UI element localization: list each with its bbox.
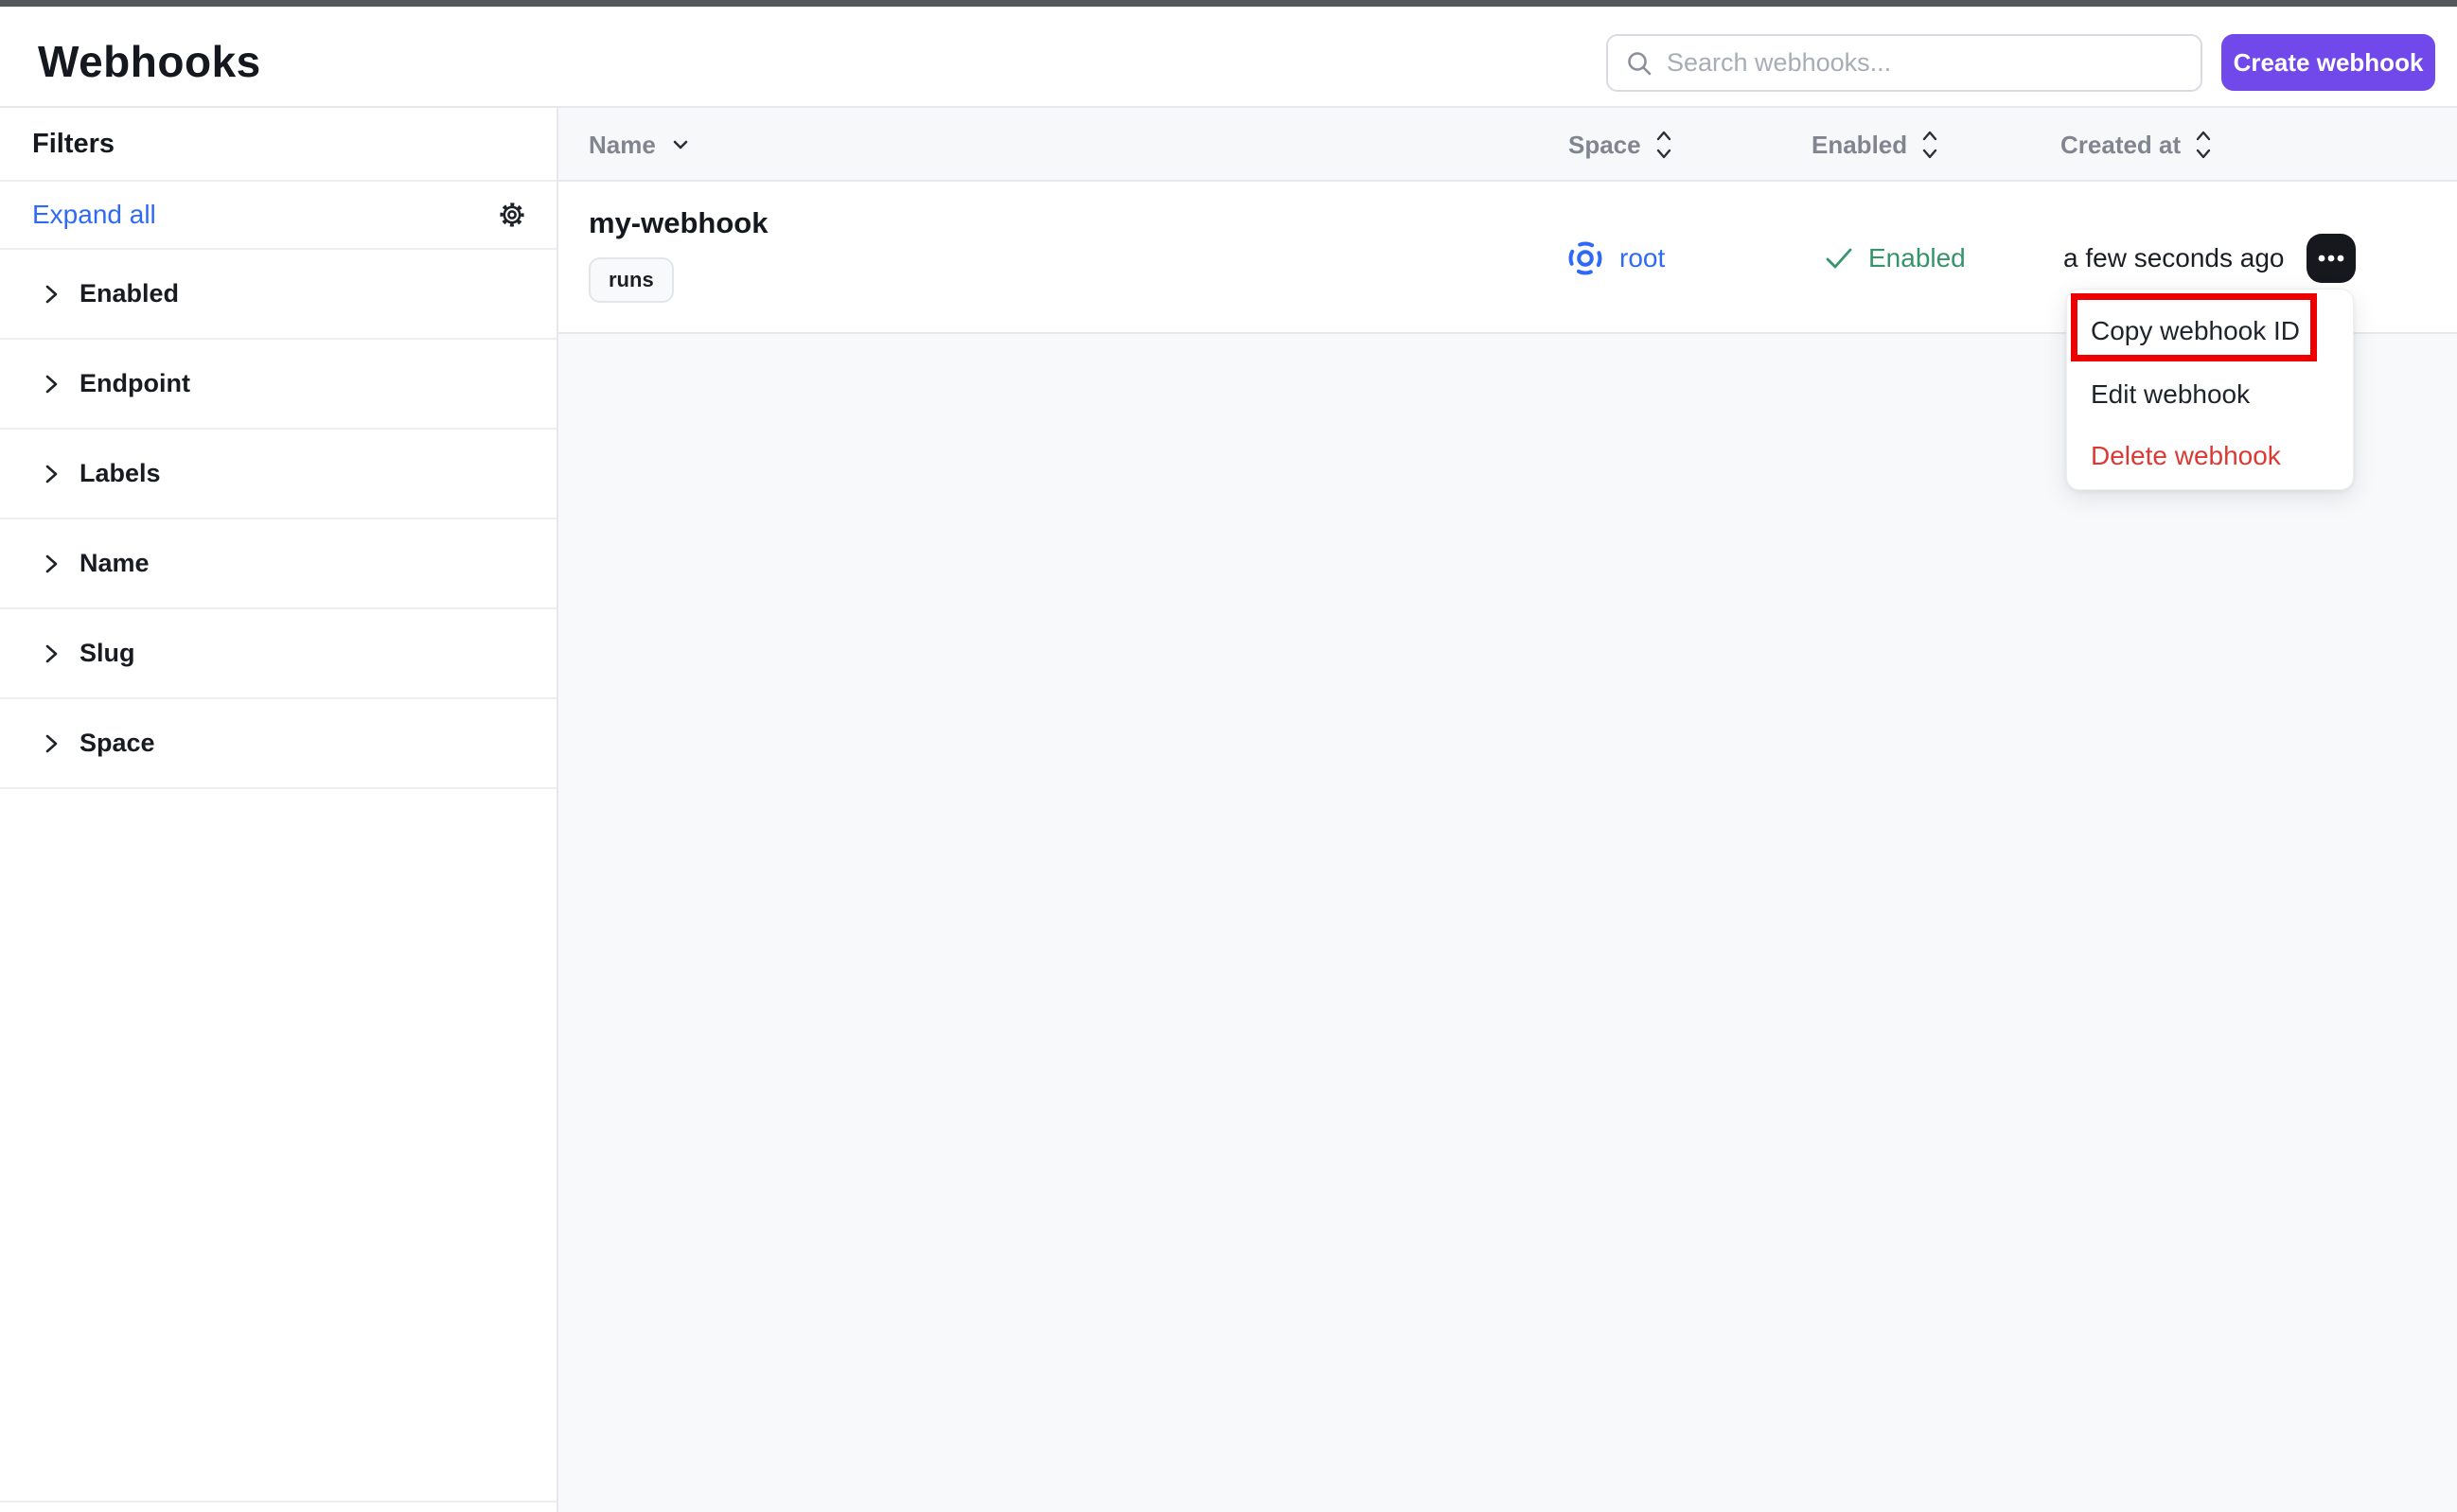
filter-section-label: Space (80, 729, 155, 757)
filters-sidebar: Filters Expand all Enabled Endpoint Labe… (0, 108, 558, 1512)
enabled-label: Enabled (1868, 242, 1966, 273)
filter-section-label: Enabled (80, 279, 180, 308)
filters-toolbar: Expand all (0, 182, 557, 250)
column-label: Enabled (1812, 130, 1908, 159)
column-header-space[interactable]: Space (1568, 108, 1673, 182)
column-header-created-at[interactable]: Created at (2060, 108, 2213, 182)
space-name: root (1619, 242, 1666, 273)
menu-item-delete-webhook[interactable]: Delete webhook (2091, 441, 2281, 471)
space-link[interactable]: root (1564, 182, 1665, 334)
ellipsis-icon (2318, 255, 2344, 262)
chevron-right-icon (45, 734, 58, 752)
webhook-tag: runs (589, 257, 674, 303)
chevron-right-icon (45, 554, 58, 572)
sort-icon (2196, 131, 2211, 159)
space-icon (1568, 241, 1602, 274)
webhook-name-link[interactable]: my-webhook (589, 206, 768, 240)
filter-section-enabled[interactable]: Enabled (0, 250, 557, 340)
column-label: Name (589, 130, 656, 159)
filter-section-slug[interactable]: Slug (0, 609, 557, 699)
row-actions-menu: Copy webhook ID Edit webhook Delete webh… (2066, 289, 2354, 490)
filter-settings-button[interactable] (498, 201, 526, 229)
filter-section-label: Endpoint (80, 369, 190, 397)
search-input[interactable] (1606, 34, 2202, 92)
filter-section-label: Name (80, 549, 150, 577)
filter-section-space[interactable]: Space (0, 699, 557, 789)
filter-section-labels[interactable]: Labels (0, 430, 557, 519)
page-title: Webhooks (38, 37, 261, 86)
sort-icon (1922, 131, 1937, 159)
check-icon (1826, 248, 1852, 268)
created-at-text: a few seconds ago (2063, 242, 2285, 273)
menu-item-copy-webhook-id[interactable]: Copy webhook ID (2091, 316, 2300, 346)
filter-section-label: Labels (80, 459, 161, 487)
page-header: Webhooks Create webhook (0, 7, 2457, 108)
chevron-right-icon (45, 375, 58, 393)
filter-section-endpoint[interactable]: Endpoint (0, 340, 557, 430)
chevron-right-icon (45, 644, 58, 662)
enabled-status: Enabled (1823, 182, 1966, 334)
chevron-down-icon (673, 140, 688, 149)
menu-item-edit-webhook[interactable]: Edit webhook (2091, 379, 2250, 410)
create-webhook-button[interactable]: Create webhook (2221, 34, 2435, 91)
search-icon (1628, 51, 1652, 75)
search-field[interactable] (1667, 48, 2183, 78)
chevron-right-icon (45, 285, 58, 303)
gear-icon (500, 202, 524, 227)
table-header: Name Space Enabled Created at (558, 108, 2457, 182)
column-header-name[interactable]: Name (589, 108, 692, 182)
name-cell: my-webhook runs (589, 206, 768, 303)
row-actions-button[interactable] (2307, 234, 2356, 283)
expand-all-link[interactable]: Expand all (32, 200, 156, 230)
filter-section-label: Slug (80, 639, 135, 667)
filter-section-name[interactable]: Name (0, 519, 557, 609)
sidebar-bottom-divider (0, 1501, 557, 1503)
filters-title: Filters (0, 108, 557, 182)
column-label: Space (1568, 130, 1641, 159)
sort-icon (1656, 131, 1670, 159)
browser-top-bar (0, 0, 2457, 7)
column-header-enabled[interactable]: Enabled (1812, 108, 1939, 182)
chevron-right-icon (45, 465, 58, 483)
column-label: Created at (2060, 130, 2182, 159)
